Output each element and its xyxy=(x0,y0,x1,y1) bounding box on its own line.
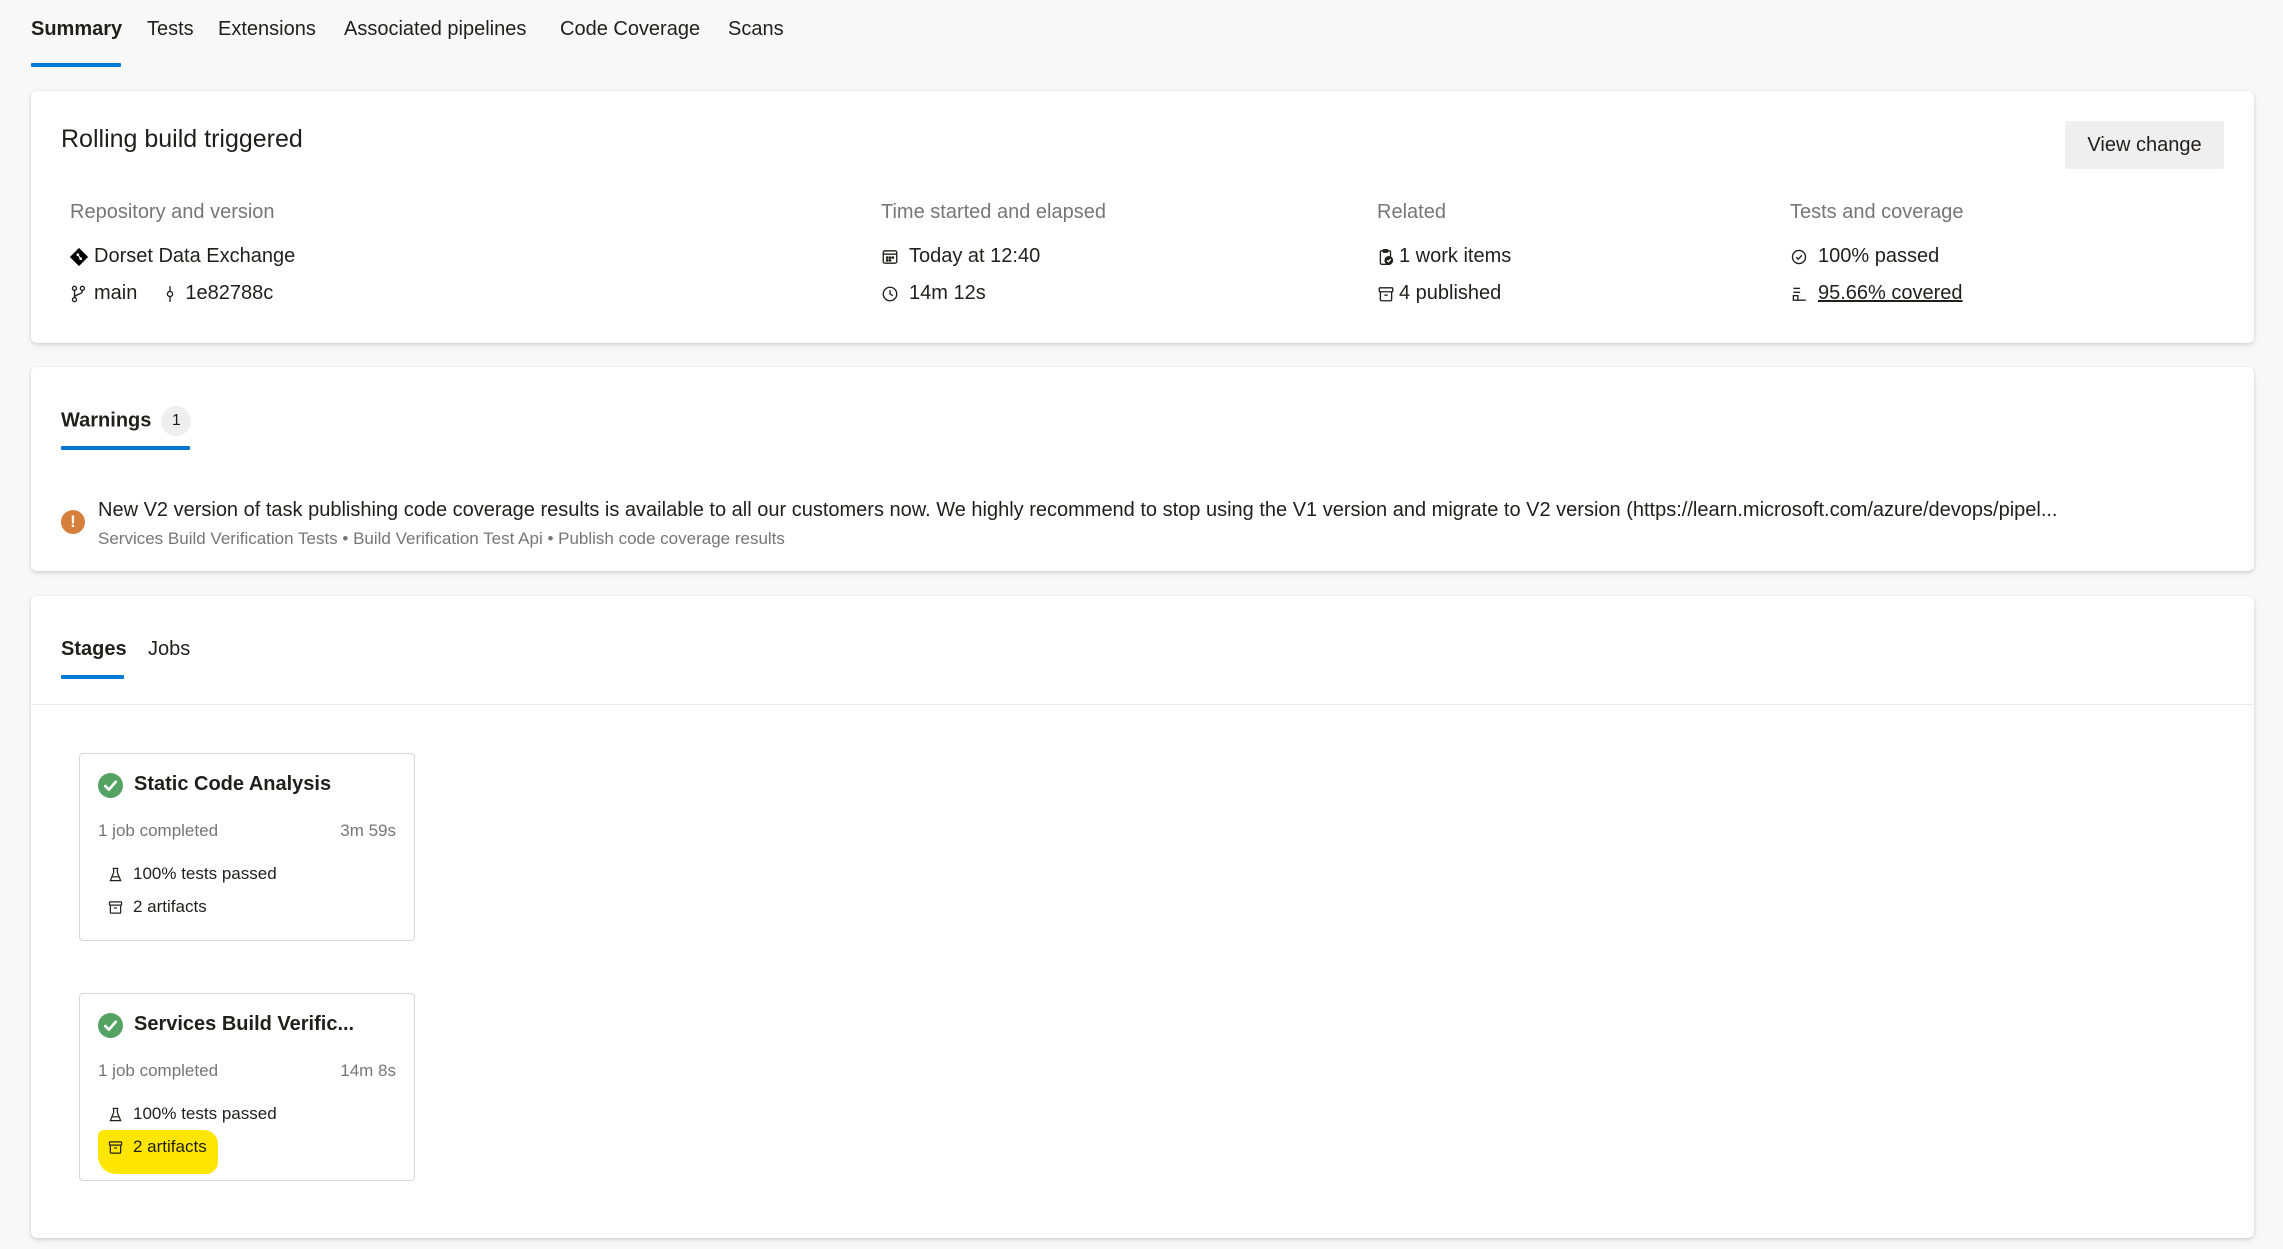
tab-extensions[interactable]: Extensions xyxy=(218,18,316,41)
calendar-icon xyxy=(881,248,899,266)
stage-jobs-status: 1 job completed xyxy=(98,821,219,840)
stage-artifacts[interactable]: 2 artifacts xyxy=(108,1137,207,1157)
stage-duration: 14m 8s xyxy=(340,1061,396,1080)
code-coverage-link[interactable]: 95.66% covered xyxy=(1818,282,1963,305)
warnings-card: Warnings 1 ! New V2 version of task publi… xyxy=(31,367,2254,571)
stage-duration: 3m 59s xyxy=(340,821,396,840)
start-time: Today at 12:40 xyxy=(909,245,1041,267)
artifact-icon xyxy=(108,1140,123,1155)
tab-warnings[interactable]: Warnings 1 xyxy=(61,406,192,436)
tests-coverage-column: Tests and coverage 100% passed 95.66% co… xyxy=(1790,201,1963,312)
warning-message[interactable]: New V2 version of task publishing code c… xyxy=(98,499,2058,522)
tab-code-coverage[interactable]: Code Coverage xyxy=(560,18,700,41)
branch-icon xyxy=(70,285,88,303)
clock-icon xyxy=(881,285,899,303)
success-icon xyxy=(98,1013,123,1038)
active-tab-indicator xyxy=(61,446,190,450)
time-column: Time started and elapsed Today at 12:40 … xyxy=(881,201,1106,312)
warning-icon: ! xyxy=(61,510,85,534)
stages-card: Stages Jobs Static Code Analysis 1 job c… xyxy=(31,596,2254,1238)
tab-tests[interactable]: Tests xyxy=(147,18,194,41)
stage-artifacts-label: 2 artifacts xyxy=(133,1137,207,1156)
warnings-tab-label: Warnings xyxy=(61,409,152,432)
commit-icon xyxy=(161,285,179,303)
coverage-icon xyxy=(1790,285,1808,303)
git-repo-icon xyxy=(70,247,88,266)
stage-artifacts[interactable]: 2 artifacts xyxy=(108,897,207,917)
work-item-icon xyxy=(1377,248,1395,266)
tests-passed-link[interactable]: 100% passed xyxy=(1818,245,1939,268)
warning-source: Services Build Verification Tests • Buil… xyxy=(98,529,785,548)
stage-artifacts-label: 2 artifacts xyxy=(133,897,207,916)
section-divider xyxy=(31,704,2254,705)
stage-card[interactable]: Services Build Verific... 1 job complete… xyxy=(79,993,415,1181)
active-tab-indicator xyxy=(31,63,121,67)
tests-coverage-label: Tests and coverage xyxy=(1790,201,1964,223)
tab-associated-pipelines[interactable]: Associated pipelines xyxy=(344,18,526,41)
artifact-icon xyxy=(108,900,123,915)
view-change-button[interactable]: View change xyxy=(2065,121,2224,169)
repository-column: Repository and version Dorset Data Excha… xyxy=(70,201,295,312)
tab-summary[interactable]: Summary xyxy=(31,18,122,41)
repository-label: Repository and version xyxy=(70,201,275,223)
tab-stages[interactable]: Stages xyxy=(61,638,127,661)
stage-tests[interactable]: 100% tests passed xyxy=(108,864,277,884)
stage-name: Static Code Analysis xyxy=(134,773,332,795)
work-items-link[interactable]: 1 work items xyxy=(1399,245,1511,268)
build-title: Rolling build triggered xyxy=(61,125,303,153)
tab-scans[interactable]: Scans xyxy=(728,18,784,41)
commit-id[interactable]: 1e82788c xyxy=(185,282,273,305)
success-icon xyxy=(98,773,123,798)
time-label: Time started and elapsed xyxy=(881,201,1106,223)
stage-tests-label: 100% tests passed xyxy=(133,1104,277,1123)
repository-name[interactable]: Dorset Data Exchange xyxy=(94,245,295,268)
stage-card[interactable]: Static Code Analysis 1 job completed 3m … xyxy=(79,753,415,941)
warnings-count-badge: 1 xyxy=(161,406,192,436)
artifact-icon xyxy=(1377,285,1395,303)
elapsed-time: 14m 12s xyxy=(909,282,986,304)
flask-icon xyxy=(108,867,123,882)
tab-jobs[interactable]: Jobs xyxy=(148,638,190,661)
build-summary-card: Rolling build triggered View change Repo… xyxy=(31,91,2254,343)
related-column: Related 1 work items 4 published xyxy=(1377,201,1511,312)
flask-icon xyxy=(108,1107,123,1122)
related-label: Related xyxy=(1377,201,1446,223)
stage-name: Services Build Verific... xyxy=(134,1013,355,1035)
stage-jobs-status: 1 job completed xyxy=(98,1061,219,1080)
published-artifacts-link[interactable]: 4 published xyxy=(1399,282,1501,305)
branch-name[interactable]: main xyxy=(94,282,137,305)
active-tab-indicator xyxy=(61,675,124,679)
check-circle-icon xyxy=(1790,248,1808,266)
stage-tests[interactable]: 100% tests passed xyxy=(108,1104,277,1124)
stage-tests-label: 100% tests passed xyxy=(133,864,277,883)
